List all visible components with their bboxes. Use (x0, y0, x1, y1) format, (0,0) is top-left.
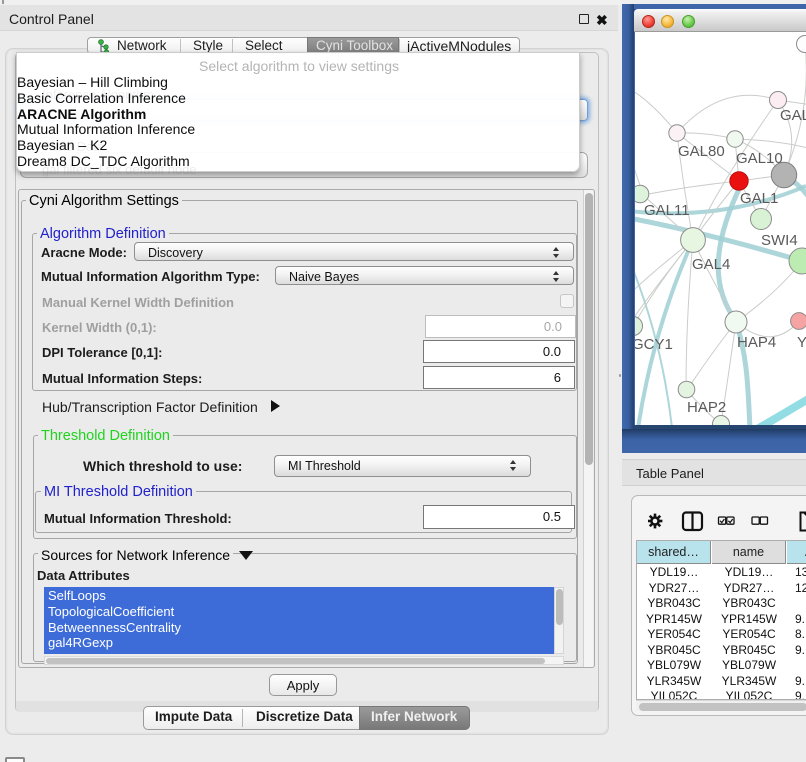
svg-text:GAL4: GAL4 (692, 256, 730, 273)
svg-text:HAP4: HAP4 (737, 334, 776, 351)
svg-text:GAL80: GAL80 (678, 143, 725, 160)
svg-text:GAL7: GAL7 (780, 107, 806, 124)
svg-text:GAL10: GAL10 (736, 150, 783, 167)
svg-text:GCY1: GCY1 (635, 336, 673, 353)
svg-text:GAL11: GAL11 (644, 202, 690, 219)
svg-text:YE: YE (797, 334, 806, 351)
svg-text:HAP2: HAP2 (687, 399, 726, 416)
svg-text:GAL1: GAL1 (740, 190, 778, 207)
svg-text:SWI4: SWI4 (761, 232, 798, 249)
